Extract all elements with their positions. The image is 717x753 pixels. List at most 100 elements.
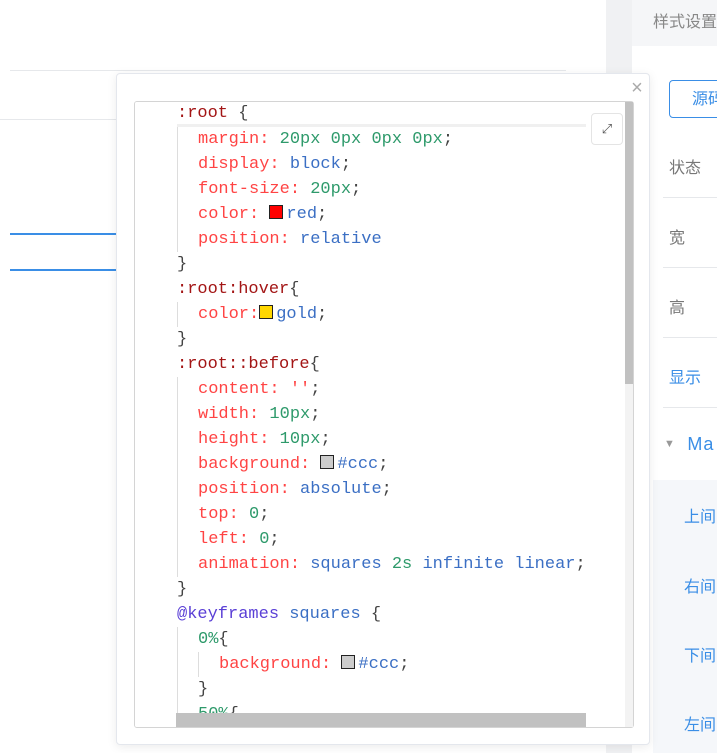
row-display[interactable]: 显示 — [669, 364, 701, 388]
code-line: } — [177, 252, 586, 277]
indent-guide — [177, 202, 178, 227]
code-token: color: — [198, 305, 260, 324]
code-line: height: 10px; — [177, 427, 586, 452]
code-token: ; — [575, 555, 586, 574]
row-width: 宽 — [669, 230, 686, 247]
indent-guide — [177, 377, 178, 402]
indent-guide — [177, 677, 178, 702]
code-line: color: gold; — [177, 302, 586, 327]
code-token: } — [177, 330, 188, 349]
source-code-button[interactable]: 源码 — [669, 80, 717, 118]
expand-icon[interactable]: ⤢ — [591, 113, 623, 145]
code-token: content: — [198, 380, 280, 399]
code-token: relative — [300, 230, 382, 249]
code-token: 0 — [249, 505, 260, 524]
code-token: ; — [317, 205, 328, 224]
code-line: content: ''; — [177, 377, 586, 402]
code-editor[interactable]: :root { margin: 20px 0px 0px 0px; display:… — [134, 101, 634, 728]
code-token: 10px — [269, 405, 311, 424]
code-token: ; — [310, 380, 321, 399]
code-line: position: relative — [177, 227, 586, 252]
code-token: red — [286, 205, 318, 224]
margin-section-header[interactable]: ▼ Ma — [664, 434, 714, 455]
code-token: ; — [259, 505, 270, 524]
divider — [10, 70, 566, 71]
margin-bottom-label: 下间 — [684, 648, 717, 665]
code-token: '' — [289, 380, 311, 399]
horizontal-scrollbar-thumb[interactable] — [176, 713, 586, 727]
code-token: position: — [198, 480, 290, 499]
row-status: 状态 — [669, 160, 702, 177]
code-line: color: red; — [177, 202, 586, 227]
indent-guide — [177, 227, 178, 252]
code-token: { — [218, 630, 229, 649]
vertical-scrollbar-thumb[interactable] — [625, 102, 633, 384]
divider — [663, 267, 717, 268]
code-line: :root::before{ — [177, 352, 586, 377]
code-token: ; — [340, 155, 352, 174]
code-token: } — [177, 580, 188, 599]
code-line: @keyframes squares { — [177, 602, 586, 627]
code-token: top: — [198, 505, 239, 524]
indent-guide — [177, 502, 178, 527]
caret-down-icon: ▼ — [664, 438, 675, 450]
margin-left-label: 左间 — [684, 717, 717, 734]
code-token: ; — [310, 405, 321, 424]
code-content[interactable]: :root { margin: 20px 0px 0px 0px; display:… — [177, 102, 586, 727]
code-token: { — [360, 605, 382, 624]
divider — [663, 407, 717, 408]
code-line: 0%{ — [177, 627, 586, 652]
panel-title: 样式设置 — [632, 0, 717, 46]
code-line: } — [177, 327, 586, 352]
code-token: height: — [198, 430, 270, 449]
indent-guide — [177, 177, 178, 202]
code-line: } — [177, 577, 586, 602]
code-token: ; — [320, 430, 331, 449]
code-token: } — [177, 255, 188, 274]
indent-guide — [177, 152, 178, 177]
close-icon[interactable]: × — [628, 78, 646, 98]
active-indicator — [10, 233, 116, 235]
code-token: animation: — [198, 555, 301, 574]
code-token: 2s — [391, 555, 413, 574]
code-line: margin: 20px 0px 0px 0px; — [177, 127, 586, 152]
code-token: ; — [399, 655, 410, 674]
code-token: 0 — [259, 530, 270, 549]
indent-guide — [177, 527, 178, 552]
code-line: :root:hover{ — [177, 277, 586, 302]
code-token: { — [309, 355, 320, 374]
code-token: ; — [269, 530, 280, 549]
code-token: font-size: — [198, 180, 301, 199]
code-token: } — [198, 680, 209, 699]
color-swatch[interactable] — [341, 655, 356, 669]
code-line: width: 10px; — [177, 402, 586, 427]
code-token: { — [228, 104, 249, 123]
indent-guide — [177, 652, 178, 677]
code-token: position: — [198, 230, 290, 249]
color-swatch[interactable] — [320, 455, 335, 469]
code-token: ; — [381, 480, 392, 499]
code-token: 0% — [198, 630, 219, 649]
code-token: width: — [198, 405, 260, 424]
code-token: ; — [442, 130, 454, 149]
code-token: :root — [177, 104, 229, 123]
code-token: 10px — [279, 430, 321, 449]
color-swatch[interactable] — [269, 205, 284, 219]
editor-gutter — [135, 102, 175, 727]
indent-guide — [177, 452, 178, 477]
color-swatch[interactable] — [259, 305, 274, 319]
code-token: block — [289, 155, 341, 174]
code-token: background: — [219, 655, 332, 674]
code-line: display: block; — [177, 152, 586, 177]
